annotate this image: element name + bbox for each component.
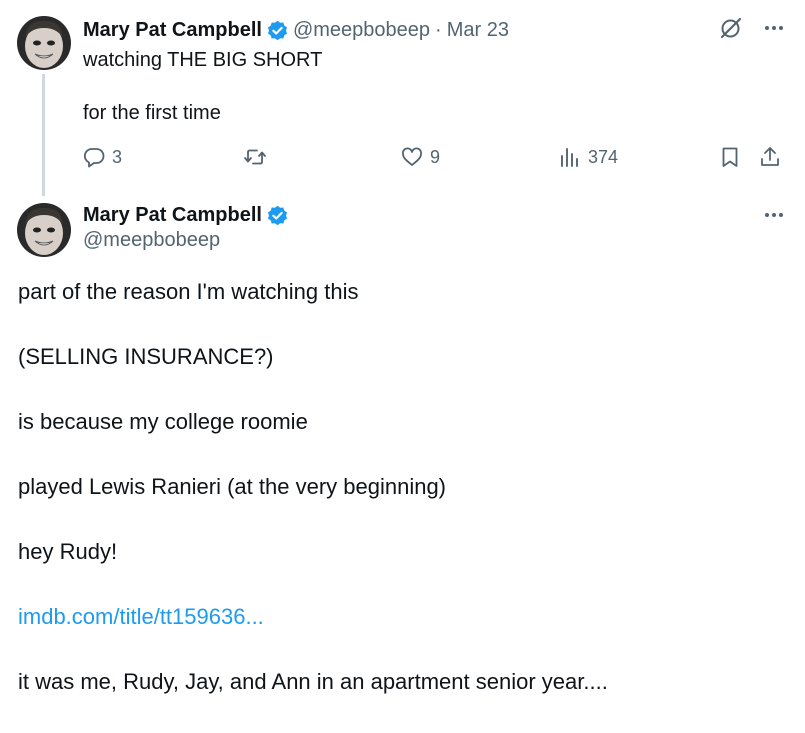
avatar[interactable] — [17, 16, 71, 70]
author-name[interactable]: Mary Pat Campbell — [83, 204, 262, 227]
tweet-paragraph: (SELLING INSURANCE?) — [18, 344, 274, 369]
author-name[interactable]: Mary Pat Campbell — [83, 19, 262, 42]
author-handle[interactable]: @meepbobeep — [83, 229, 220, 252]
heart-icon — [400, 145, 424, 169]
tweet-link-paragraph: imdb.com/title/tt159636... — [18, 603, 608, 631]
tweet-body: part of the reason I'm watching this (SE… — [18, 278, 608, 733]
avatar-photo — [17, 203, 71, 257]
tweet-top-actions — [719, 16, 785, 40]
tweet-date[interactable]: Mar 23 — [447, 19, 509, 42]
thread-connector — [42, 74, 45, 196]
tweet-paragraph: it was me, Rudy, Jay, and Ann in an apar… — [18, 669, 608, 694]
reply-button[interactable]: 3 — [82, 144, 122, 170]
retweet-button[interactable] — [243, 144, 273, 170]
tweet-header: Mary Pat Campbell — [83, 202, 288, 228]
like-button[interactable]: 9 — [400, 144, 440, 170]
views-count: 374 — [588, 146, 619, 167]
tweet-paragraph: hey Rudy! — [18, 539, 118, 564]
retweet-icon — [243, 145, 267, 169]
tweet-text: watching THE BIG SHORT for the first tim… — [83, 47, 322, 126]
tweet-text-line: watching THE BIG SHORT — [83, 49, 323, 71]
tweet-text-line: for the first time — [83, 102, 221, 124]
avatar-photo — [17, 16, 71, 70]
tweet-paragraph: played Lewis Ranieri (at the very beginn… — [18, 474, 447, 499]
tweet-paragraph: is because my college roomie — [18, 409, 308, 434]
verified-badge-icon[interactable] — [267, 205, 288, 226]
views-icon — [558, 145, 582, 169]
share-button[interactable] — [758, 144, 782, 170]
tweet-paragraph: part of the reason I'm watching this — [18, 279, 359, 304]
views-button[interactable]: 374 — [558, 144, 618, 170]
verified-badge-icon[interactable] — [267, 20, 288, 41]
bookmark-button[interactable] — [718, 144, 742, 170]
more-icon[interactable] — [763, 204, 785, 226]
bookmark-icon — [718, 145, 742, 169]
imdb-link[interactable]: imdb.com/title/tt159636... — [18, 604, 264, 629]
like-count: 9 — [430, 146, 441, 167]
thread-view: Mary Pat Campbell @meepbobeep · Mar 23 w… — [0, 0, 805, 698]
reply-count: 3 — [112, 146, 123, 167]
more-icon[interactable] — [763, 17, 785, 39]
share-icon — [758, 145, 782, 169]
grok-icon[interactable] — [719, 16, 743, 40]
reply-icon — [82, 145, 106, 169]
header-separator: · — [435, 18, 442, 41]
avatar[interactable] — [17, 203, 71, 257]
author-handle[interactable]: @meepbobeep — [293, 19, 430, 42]
tweet-header: Mary Pat Campbell @meepbobeep · Mar 23 — [83, 17, 509, 43]
